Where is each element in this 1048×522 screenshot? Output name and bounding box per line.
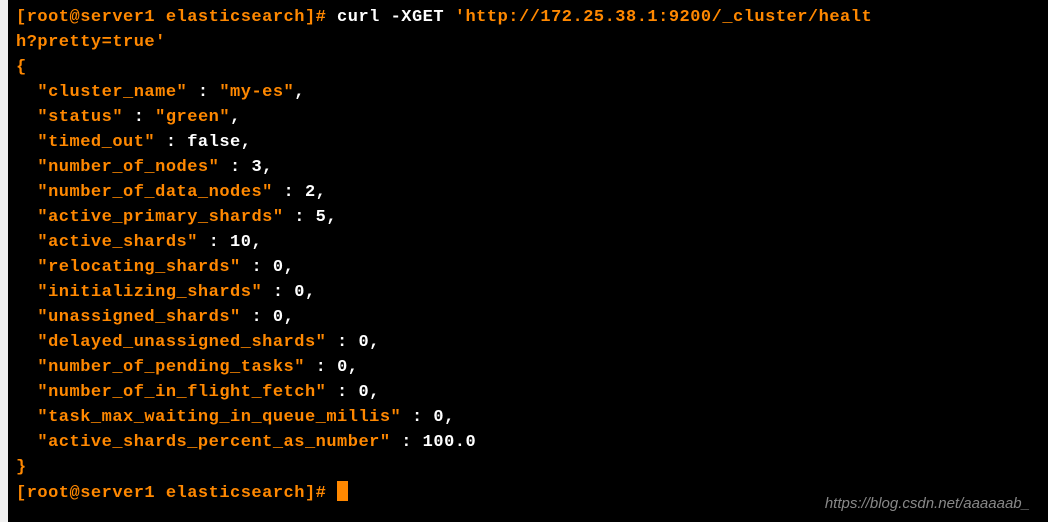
json-value: 0 — [273, 308, 284, 327]
json-value: "green" — [155, 108, 230, 127]
terminal-window[interactable]: [root@server1 elasticsearch]# curl -XGET… — [8, 0, 1048, 522]
watermark-text: https://blog.csdn.net/aaaaaab_ — [825, 495, 1030, 512]
command-verb: curl -XGET — [326, 8, 454, 27]
json-value: "my-es" — [219, 83, 294, 102]
json-key: "initializing_shards" — [37, 283, 262, 302]
json-fields: "cluster_name" : "my-es", "status" : "gr… — [16, 83, 476, 452]
json-value: 0 — [358, 333, 369, 352]
command-url-line1: 'http://172.25.38.1:9200/_cluster/healt — [455, 8, 872, 27]
command-url-line2: h?pretty=true' — [16, 33, 166, 52]
json-key: "number_of_pending_tasks" — [37, 358, 305, 377]
json-key: "task_max_waiting_in_queue_millis" — [37, 408, 401, 427]
json-value: 0 — [273, 258, 284, 277]
json-key: "number_of_nodes" — [37, 158, 219, 177]
json-value: 5 — [316, 208, 327, 227]
json-key: "active_primary_shards" — [37, 208, 283, 227]
json-key: "delayed_unassigned_shards" — [37, 333, 326, 352]
json-key: "active_shards" — [37, 233, 198, 252]
json-value: 10 — [230, 233, 251, 252]
json-value: 3 — [251, 158, 262, 177]
json-key: "timed_out" — [37, 133, 155, 152]
json-value: 2 — [305, 183, 316, 202]
json-value: 0 — [337, 358, 348, 377]
json-key: "active_shards_percent_as_number" — [37, 433, 390, 452]
json-value: 0 — [294, 283, 305, 302]
json-value: 0 — [358, 383, 369, 402]
json-key: "cluster_name" — [37, 83, 187, 102]
json-brace-close: } — [16, 458, 27, 477]
json-key: "number_of_data_nodes" — [37, 183, 272, 202]
terminal-cursor — [337, 481, 348, 501]
json-value: 0 — [433, 408, 444, 427]
json-key: "number_of_in_flight_fetch" — [37, 383, 326, 402]
json-value: false — [187, 133, 241, 152]
json-key: "unassigned_shards" — [37, 308, 240, 327]
json-brace-open: { — [16, 58, 27, 77]
json-value: 100.0 — [423, 433, 477, 452]
json-key: "relocating_shards" — [37, 258, 240, 277]
shell-prompt: [root@server1 elasticsearch]# — [16, 8, 326, 27]
shell-prompt-2: [root@server1 elasticsearch]# — [16, 484, 326, 503]
json-key: "status" — [37, 108, 123, 127]
